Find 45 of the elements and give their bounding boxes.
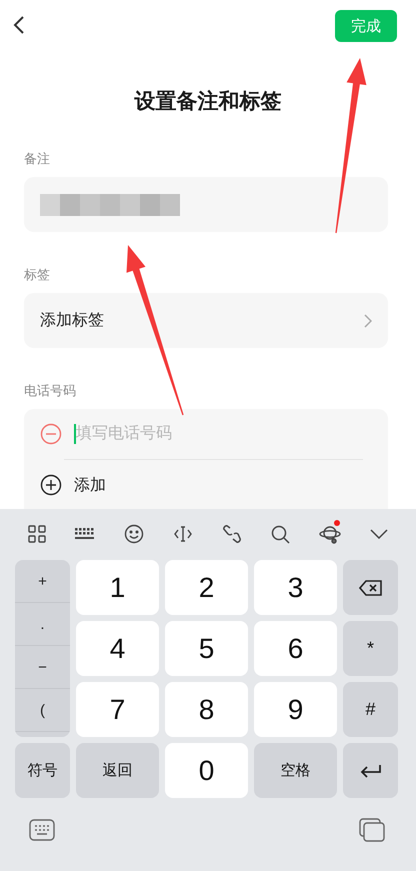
digit-key[interactable]: 7 <box>76 682 159 737</box>
digit-key[interactable]: 4 <box>76 621 159 676</box>
backspace-key[interactable] <box>343 560 398 615</box>
search-icon[interactable] <box>271 524 290 544</box>
text-cursor-icon[interactable] <box>173 525 193 543</box>
chevron-right-icon <box>364 314 372 328</box>
symbol-key[interactable]: − <box>15 646 70 689</box>
keyboard-icon[interactable] <box>29 819 55 841</box>
function-key[interactable]: 返回 <box>76 743 159 798</box>
digit-key[interactable]: 0 <box>165 743 248 798</box>
back-icon[interactable] <box>13 15 25 35</box>
section-label: 备注 <box>23 150 51 168</box>
symbol-key[interactable]: # <box>343 682 398 737</box>
digit-key[interactable]: 8 <box>165 682 248 737</box>
remove-icon[interactable] <box>40 423 62 445</box>
keyboard-icon[interactable] <box>75 528 95 540</box>
remark-field[interactable] <box>24 177 388 232</box>
digit-key[interactable]: 1 <box>76 560 159 615</box>
digit-key[interactable]: 2 <box>165 560 248 615</box>
enter-icon <box>360 764 382 778</box>
symbol-key[interactable]: + <box>15 560 70 603</box>
clipboard-icon[interactable] <box>359 818 385 842</box>
symbol-key[interactable]: ( <box>15 689 70 732</box>
phone-input[interactable]: 填写电话号码 <box>76 425 276 443</box>
page-title: 设置备注和标签 <box>133 88 282 115</box>
digit-key[interactable]: 5 <box>165 621 248 676</box>
symbol-key[interactable]: * <box>343 621 398 676</box>
digit-key[interactable]: 6 <box>254 621 337 676</box>
digit-key[interactable]: 9 <box>254 682 337 737</box>
planet-icon[interactable] <box>319 524 341 544</box>
link-icon[interactable] <box>222 524 242 544</box>
section-label: 标签 <box>23 266 51 284</box>
add-tag-row[interactable]: 添加标签 <box>24 293 388 348</box>
emoji-icon[interactable] <box>124 524 144 544</box>
backspace-icon <box>358 580 382 596</box>
grid-icon[interactable] <box>28 525 46 543</box>
function-key[interactable]: 空格 <box>254 743 337 798</box>
function-key[interactable]: 符号 <box>15 743 70 798</box>
add-icon[interactable] <box>40 474 62 496</box>
enter-key[interactable] <box>343 743 398 798</box>
chevron-down-icon[interactable] <box>370 529 388 539</box>
digit-key[interactable]: 3 <box>254 560 337 615</box>
add-phone-link[interactable]: 添加 <box>74 474 106 496</box>
symbol-key[interactable]: . <box>15 603 70 646</box>
section-label: 电话号码 <box>23 382 77 400</box>
